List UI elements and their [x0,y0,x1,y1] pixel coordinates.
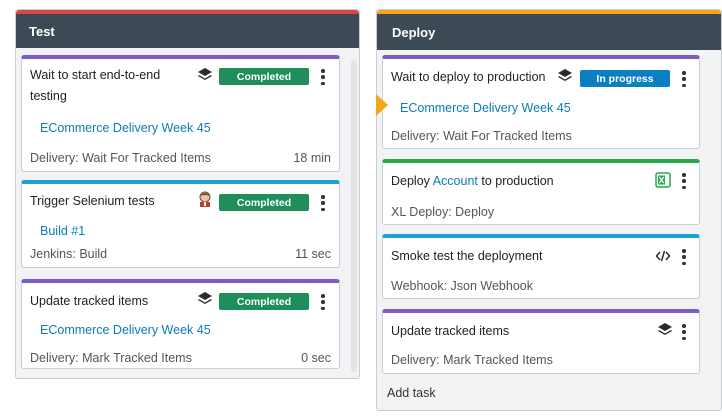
task-title-line2: testing [30,89,67,103]
task-title: Trigger Selenium tests [30,194,155,208]
account-link[interactable]: Account [433,174,478,188]
task-card-deploy-account[interactable]: Deploy Account to production XL Deploy: … [382,159,700,225]
layers-icon [198,292,212,304]
task-title-line1: Wait to start end-to-end [30,68,161,82]
card-menu-button[interactable] [318,294,328,310]
task-type: Webhook: Json Webhook [391,279,533,293]
status-badge-in-progress: In progress [580,70,670,87]
task-title: Update tracked items [30,294,149,308]
release-link[interactable]: ECommerce Delivery Week 45 [400,101,571,115]
column-test: Test Wait to start end-to-end testing Co… [15,9,360,379]
card-menu-button[interactable] [318,69,328,85]
task-title-prefix: Deploy [391,174,433,188]
task-title: Wait to deploy to production [391,70,546,84]
task-type: Delivery: Mark Tracked Items [30,351,192,365]
task-card-wait-deploy[interactable]: Wait to deploy to production In progress… [382,55,700,149]
task-card-update-tracked-deploy[interactable]: Update tracked items Delivery: Mark Trac… [382,309,700,374]
card-menu-button[interactable] [679,173,689,189]
task-type: Jenkins: Build [30,247,108,261]
task-title: Deploy Account to production [391,171,554,192]
xl-deploy-icon [655,172,671,188]
task-card-wait-e2e[interactable]: Wait to start end-to-end testing Complet… [21,55,340,172]
task-title: Smoke test the deployment [391,249,543,263]
release-link[interactable]: ECommerce Delivery Week 45 [40,323,211,337]
task-duration: 11 sec [295,247,331,261]
card-menu-button[interactable] [679,71,689,87]
task-type: XL Deploy: Deploy [391,205,495,219]
task-card-selenium[interactable]: Trigger Selenium tests Completed Build #… [21,180,340,268]
release-link[interactable]: ECommerce Delivery Week 45 [40,121,211,135]
card-menu-button[interactable] [318,195,328,211]
current-task-arrow-icon [376,94,388,116]
task-duration: 0 sec [301,351,331,365]
column-header-test: Test [16,10,359,48]
column-scrollbar[interactable] [351,60,357,372]
status-badge-completed: Completed [219,68,309,85]
status-badge-completed: Completed [219,194,309,211]
layers-icon [198,68,212,80]
card-menu-button[interactable] [679,249,689,265]
task-card-smoke-test[interactable]: Smoke test the deployment Webhook: Json … [382,234,700,299]
add-task-button[interactable]: Add task [387,386,436,400]
build-link[interactable]: Build #1 [40,224,85,238]
task-title-suffix: to production [477,174,554,188]
column-header-deploy: Deploy [377,10,721,50]
task-title: Update tracked items [391,324,510,338]
task-type: Delivery: Wait For Tracked Items [30,151,211,165]
jenkins-avatar-icon [199,191,211,207]
card-menu-button[interactable] [679,324,689,340]
task-type: Delivery: Mark Tracked Items [391,353,553,367]
status-badge-completed: Completed [219,293,309,310]
task-type: Delivery: Wait For Tracked Items [391,129,572,143]
column-deploy: Deploy Wait to deploy to production In p… [376,9,722,411]
task-duration: 18 min [293,151,331,165]
code-icon [655,250,671,262]
task-card-update-tracked[interactable]: Update tracked items Completed ECommerce… [21,279,340,369]
layers-icon [558,69,572,81]
layers-icon [658,323,672,335]
